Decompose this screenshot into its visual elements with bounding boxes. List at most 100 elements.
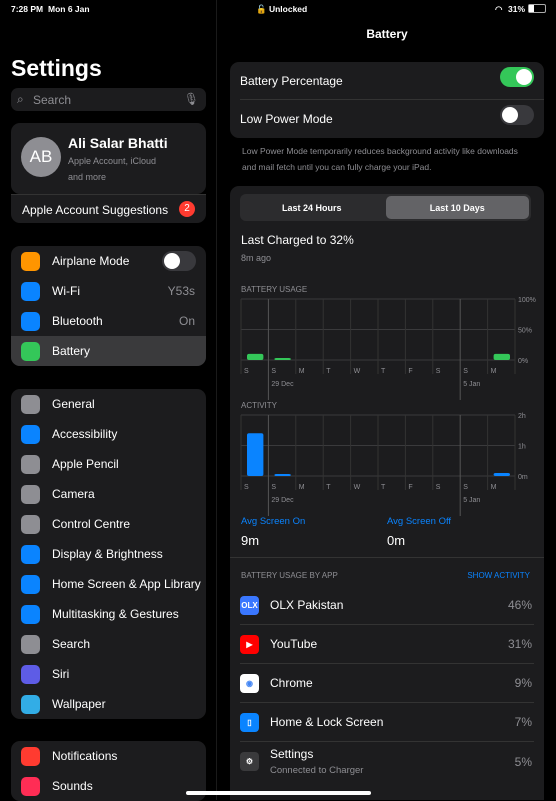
app-percent: 46% — [507, 598, 532, 612]
show-activity-button[interactable]: SHOW ACTIVITY — [467, 571, 530, 580]
avg-screen-on: 9m — [241, 533, 260, 548]
app-name: Chrome — [270, 676, 313, 690]
account-name: Ali Salar Bhatti — [68, 135, 168, 151]
sidebar-item-label: Battery — [52, 344, 91, 358]
avg-screen-off-label: Avg Screen Off — [387, 516, 452, 527]
x-tick-label: T — [381, 484, 386, 491]
sidebar: Settings ⌕ Search 🎙 AB Ali Salar Bhatti … — [0, 0, 217, 801]
sidebar-item-label: General — [52, 397, 95, 411]
x-tick-label: M — [299, 368, 305, 375]
avatar: AB — [21, 137, 61, 177]
speaker-icon — [21, 776, 40, 796]
app-usage-row[interactable]: ◉ Chrome 9% — [240, 664, 534, 703]
app-percent: 9% — [514, 676, 532, 690]
by-app-header: BATTERY USAGE BY APP — [241, 571, 338, 580]
detail-title: Battery — [366, 27, 408, 41]
sidebar-item-airplane-mode[interactable]: Airplane Mode — [11, 246, 206, 276]
sidebar-item-label: Display & Brightness — [52, 547, 163, 561]
sidebar-item-value: Y53s — [167, 284, 195, 298]
page-title: Settings — [11, 55, 102, 81]
battery-percentage-label: Battery Percentage — [240, 73, 343, 88]
sidebar-item-general[interactable]: General — [11, 389, 206, 419]
sidebar-item-battery[interactable]: Battery — [11, 336, 206, 366]
youtube-icon: ▶ — [240, 634, 259, 654]
microphone-icon[interactable]: 🎙 — [184, 92, 199, 106]
sidebar-item-accessibility[interactable]: Accessibility — [11, 419, 206, 449]
app-usage-row[interactable]: ⚙ Settings Connected to Charger 5% — [240, 742, 534, 781]
sidebar-item-wallpaper[interactable]: Wallpaper — [11, 689, 206, 719]
x-tick-label: S — [244, 484, 249, 491]
usage-charts: BATTERY USAGE 100% 50% 0% S S M T W T F S S M 29 Dec 5 … — [240, 285, 536, 516]
home-lock-icon: ▯ — [240, 712, 259, 732]
search-icon — [21, 634, 40, 654]
tab-last-24-hours[interactable]: Last 24 Hours — [240, 194, 384, 221]
sidebar-item-label: Wi-Fi — [52, 284, 80, 298]
sidebar-item-bluetooth[interactable]: Bluetooth On — [11, 306, 206, 336]
sidebar-item-control-centre[interactable]: Control Centre — [11, 509, 206, 539]
x-tick-label: F — [408, 484, 412, 491]
app-sub: Connected to Charger — [270, 765, 364, 776]
x-tick-label: S — [271, 484, 276, 491]
x-tick-label: S — [463, 484, 468, 491]
x-tick-label: M — [491, 368, 497, 375]
account-sub: Apple Account, iCloud — [68, 156, 157, 166]
account-suggestions[interactable]: Apple Account Suggestions 2 — [11, 194, 206, 223]
battery-percentage-row: Battery Percentage — [240, 62, 544, 100]
avg-screen-on-label: Avg Screen On — [241, 516, 306, 527]
date-label: 29 Dec — [271, 497, 294, 504]
account-card[interactable]: AB Ali Salar Bhatti Apple Account, iClou… — [11, 123, 206, 194]
sidebar-item-display-brightness[interactable]: Display & Brightness — [11, 539, 206, 569]
gear-icon — [21, 394, 40, 414]
sidebar-item-home-screen-app-library[interactable]: Home Screen & App Library — [11, 569, 206, 599]
sidebar-item-multitasking-gestures[interactable]: Multitasking & Gestures — [11, 599, 206, 629]
date-label: 5 Jan — [463, 381, 480, 388]
pencil-icon — [21, 454, 40, 474]
bar — [274, 358, 291, 360]
x-tick-label: S — [436, 368, 441, 375]
search-input[interactable]: ⌕ Search 🎙 — [11, 88, 206, 111]
app-usage-row[interactable]: OLX OLX Pakistan 46% — [240, 586, 534, 625]
sidebar-item-apple-pencil[interactable]: Apple Pencil — [11, 449, 206, 479]
tab-last-10-days[interactable]: Last 10 Days — [385, 196, 529, 219]
sidebar-item-sounds[interactable]: Sounds — [11, 771, 206, 801]
app-name: OLX Pakistan — [270, 598, 344, 612]
chrome-icon: ◉ — [240, 673, 259, 693]
sidebar-item-label: Home Screen & App Library — [52, 577, 201, 591]
x-tick-label: S — [463, 368, 468, 375]
x-tick-label: T — [381, 368, 386, 375]
app-usage-row[interactable]: ▯ Home & Lock Screen 7% — [240, 703, 534, 742]
bar — [493, 353, 510, 360]
multitasking-icon — [21, 604, 40, 624]
airplane-mode-toggle[interactable] — [162, 251, 196, 271]
usage-card: Last 24 Hours Last 10 Days Last Charged … — [230, 186, 544, 800]
sidebar-item-value: On — [178, 314, 195, 328]
x-tick-label: W — [354, 484, 361, 491]
chart-title: BATTERY USAGE — [241, 285, 307, 294]
sidebar-item-camera[interactable]: Camera — [11, 479, 206, 509]
battery-percentage-toggle[interactable] — [500, 67, 534, 87]
home-screen-icon — [21, 574, 40, 594]
sidebar-item-wi-fi[interactable]: Wi-Fi Y53s — [11, 276, 206, 306]
app-usage-row[interactable]: ▶ YouTube 31% — [240, 625, 534, 664]
last-charged: Last Charged to 32% — [241, 233, 354, 247]
app-percent: 7% — [514, 715, 532, 729]
x-tick-label: T — [326, 484, 331, 491]
wallpaper-icon — [21, 694, 40, 714]
y-tick-label: 2h — [518, 413, 526, 420]
home-indicator[interactable] — [186, 791, 371, 795]
bar — [247, 353, 264, 360]
low-power-note: Low Power Mode temporarily reduces backg… — [242, 146, 518, 172]
low-power-toggle[interactable] — [500, 105, 534, 125]
suggestions-label: Apple Account Suggestions — [22, 203, 169, 217]
sidebar-item-label: Airplane Mode — [52, 254, 130, 268]
sidebar-item-label: Camera — [52, 487, 95, 501]
sidebar-item-label: Wallpaper — [52, 697, 106, 711]
search-placeholder: Search — [33, 93, 72, 107]
sidebar-item-label: Search — [52, 637, 91, 651]
sidebar-item-search[interactable]: Search — [11, 629, 206, 659]
date-label: 5 Jan — [463, 497, 480, 504]
control-centre-icon — [21, 514, 40, 534]
sidebar-item-siri[interactable]: Siri — [11, 659, 206, 689]
sidebar-item-notifications[interactable]: Notifications — [11, 741, 206, 771]
y-tick-label: 100% — [518, 297, 536, 304]
